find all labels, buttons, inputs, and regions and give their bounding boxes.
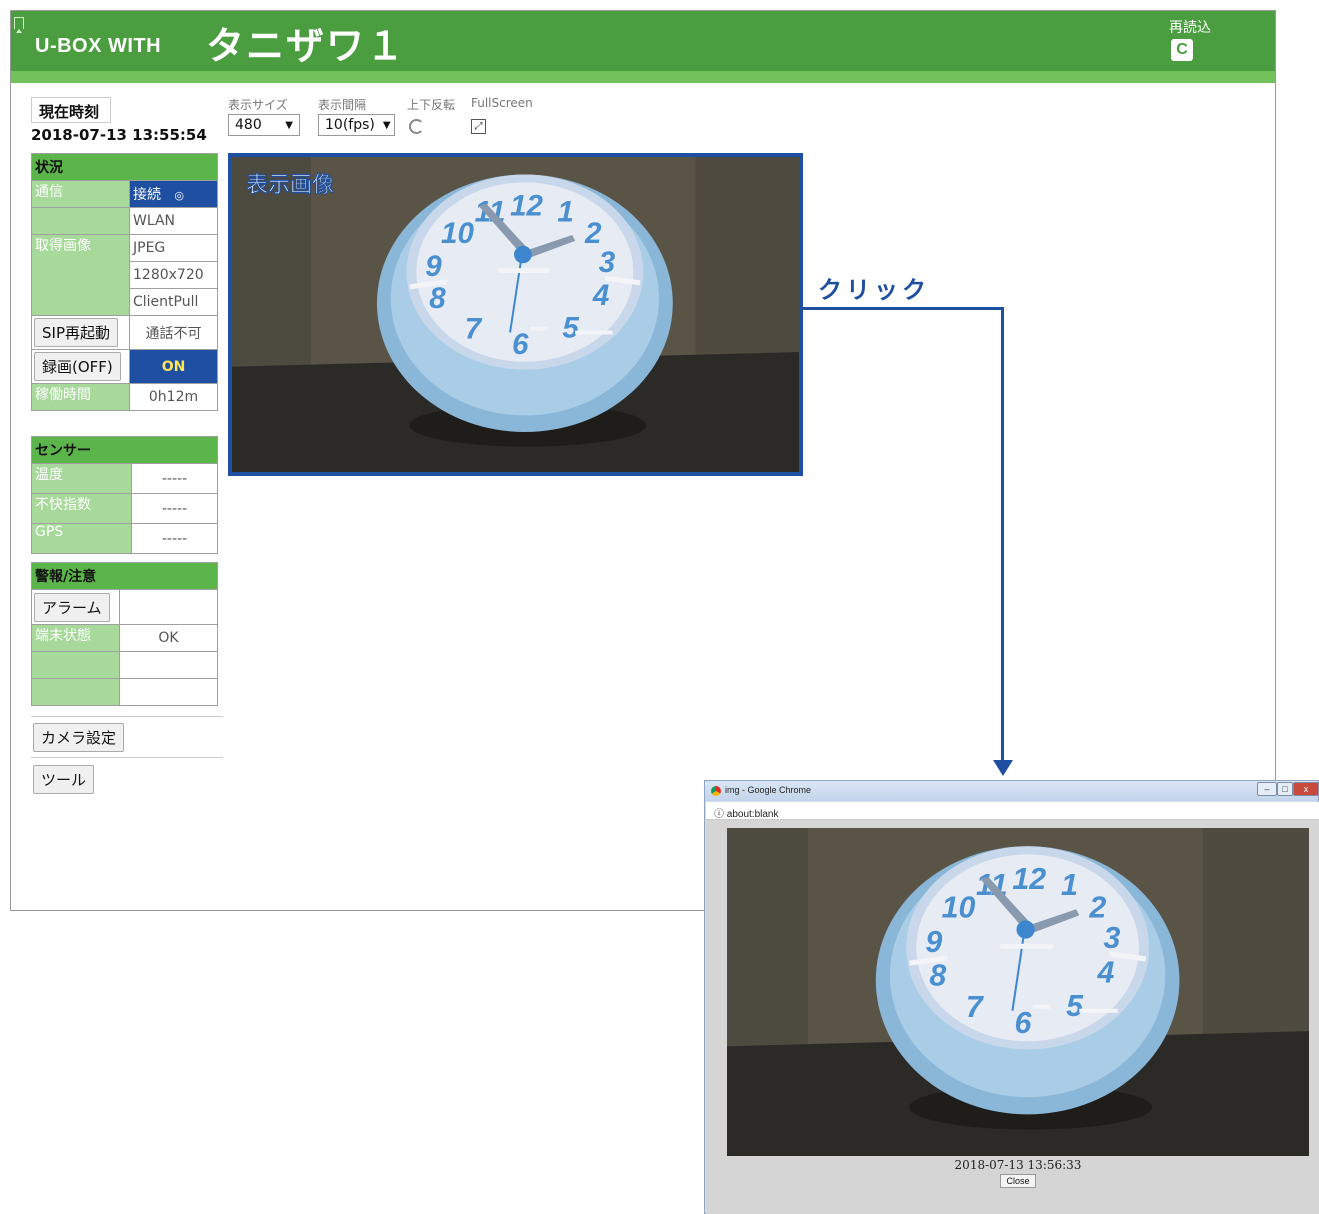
address-bar[interactable]: ⓘ about:blank xyxy=(706,802,1319,820)
connection-icon: ◎ xyxy=(174,189,184,202)
comm-type: WLAN xyxy=(129,207,218,235)
brand-title: U-BOX WITH xyxy=(35,35,162,57)
interval-label: 表示間隔 xyxy=(318,98,367,112)
camera-image xyxy=(727,828,1309,1156)
reload-label[interactable]: 再読込 xyxy=(1169,17,1211,37)
camera-settings-button[interactable]: カメラ設定 xyxy=(33,723,125,752)
empty-value xyxy=(119,651,218,679)
uptime-label: 稼働時間 xyxy=(31,383,130,411)
flip-icon[interactable] xyxy=(409,119,424,134)
image-mode: ClientPull xyxy=(129,288,218,316)
popup-title: img - Google Chrome xyxy=(725,785,812,795)
info-icon: ⓘ xyxy=(714,809,724,820)
sip-restart-button[interactable]: SIP再起動 xyxy=(34,318,118,347)
size-select[interactable]: 480 ▼ xyxy=(228,114,300,136)
popup-timestamp: 2018-07-13 13:56:33 xyxy=(954,1158,1082,1172)
connector-line xyxy=(1001,307,1004,762)
click-annotation: クリック xyxy=(818,276,930,304)
empty-label xyxy=(31,678,120,706)
comm-label: 通信 xyxy=(31,180,130,208)
comm-value-cell: 接続 ◎ xyxy=(129,180,218,208)
clock-value: 2018-07-13 13:55:54 xyxy=(31,126,207,144)
popup-close-button[interactable]: Close xyxy=(1000,1174,1036,1188)
url-text: about:blank xyxy=(726,809,779,820)
chrome-icon xyxy=(711,786,721,796)
tools-button[interactable]: ツール xyxy=(33,765,95,794)
header-bar: U-BOX WITH タニザワ１ 再読込 C xyxy=(11,11,1275,71)
sensor-label: 不快指数 xyxy=(31,493,132,524)
interval-select[interactable]: 10(fps) ▼ xyxy=(318,114,395,136)
sensor-label: GPS xyxy=(31,523,132,554)
divider xyxy=(31,716,223,717)
view-label: 表示画像 xyxy=(245,173,335,199)
empty-label xyxy=(31,651,120,679)
chevron-down-icon: ▼ xyxy=(285,119,293,131)
image-format: JPEG xyxy=(129,234,218,262)
alert-table: 警報/注意 アラーム 端末状態 OK xyxy=(31,562,218,706)
clock-label: 現在時刻 xyxy=(31,97,111,123)
sensor-label: 温度 xyxy=(31,463,132,494)
alarm-button[interactable]: アラーム xyxy=(34,592,110,622)
comm-value: 接続 xyxy=(133,187,161,203)
bookmark-icon[interactable] xyxy=(14,17,24,33)
popup-body: 2018-07-13 13:56:33 Close xyxy=(706,820,1319,1214)
image-label: 取得画像 xyxy=(31,234,130,316)
station-name: タニザワ１ xyxy=(206,24,407,68)
popup-image xyxy=(727,828,1309,1156)
connector-line xyxy=(800,307,1004,310)
record-cell: 録画(OFF) xyxy=(31,349,130,384)
reload-icon[interactable]: C xyxy=(1171,39,1193,61)
divider xyxy=(31,757,223,758)
camera-image[interactable] xyxy=(232,157,799,472)
sip-status: 通話不可 xyxy=(129,315,218,350)
alarm-value xyxy=(119,589,218,625)
arrow-down-icon xyxy=(993,760,1013,776)
alarm-cell: アラーム xyxy=(31,589,120,625)
popup-titlebar[interactable]: img - Google Chrome – □ x xyxy=(705,781,1319,801)
status-title: 状況 xyxy=(31,153,218,181)
record-status: ON xyxy=(129,349,218,384)
interval-value: 10(fps) xyxy=(325,117,375,133)
camera-view[interactable]: 表示画像 xyxy=(228,153,803,476)
maximize-button[interactable]: □ xyxy=(1277,782,1293,796)
app-window: U-BOX WITH タニザワ１ 再読込 C 現在時刻 2018-07-13 1… xyxy=(10,10,1276,911)
record-button[interactable]: 録画(OFF) xyxy=(34,352,121,381)
sensor-value: ----- xyxy=(131,493,218,524)
minimize-button[interactable]: – xyxy=(1257,782,1277,796)
sensor-table: センサー 温度 ----- 不快指数 ----- GPS ----- xyxy=(31,436,218,554)
chevron-down-icon: ▼ xyxy=(382,119,391,131)
size-value: 480 xyxy=(235,117,262,133)
sensor-value: ----- xyxy=(131,523,218,554)
status-table: 状況 通信 接続 ◎ WLAN 取得画像 JPEG 1280x720 Clien… xyxy=(31,153,218,411)
terminal-label: 端末状態 xyxy=(31,624,120,652)
uptime-value: 0h12m xyxy=(129,383,218,411)
fullscreen-label: FullScreen xyxy=(471,96,533,110)
popup-window: img - Google Chrome – □ x ⓘ about:blank … xyxy=(704,780,1319,1214)
alert-title: 警報/注意 xyxy=(31,562,218,590)
size-label: 表示サイズ xyxy=(228,98,288,112)
image-resolution: 1280x720 xyxy=(129,261,218,289)
empty-value xyxy=(119,678,218,706)
header-strip xyxy=(11,71,1275,83)
close-window-button[interactable]: x xyxy=(1293,782,1319,796)
fullscreen-icon[interactable]: ⤢ xyxy=(471,119,486,134)
terminal-value: OK xyxy=(119,624,218,652)
sensor-value: ----- xyxy=(131,463,218,494)
comm-label-fill xyxy=(31,207,130,235)
flip-label: 上下反転 xyxy=(407,98,456,112)
sensor-title: センサー xyxy=(31,436,218,464)
sip-cell: SIP再起動 xyxy=(31,315,130,350)
